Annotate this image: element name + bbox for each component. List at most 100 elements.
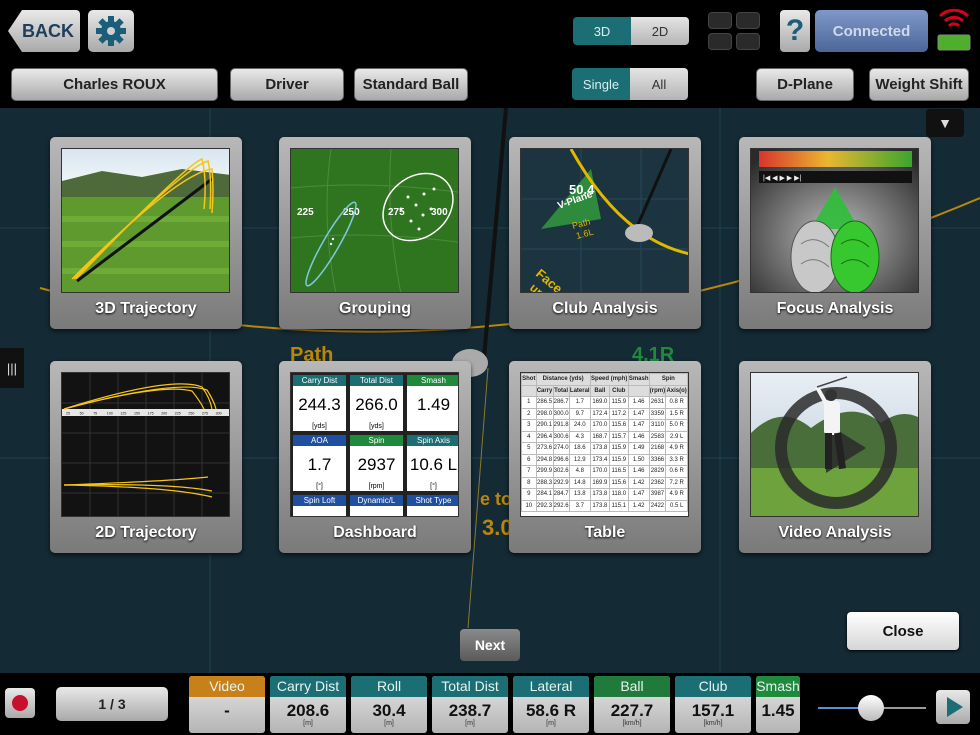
table-header-cell: Distance (yds) [535, 373, 591, 386]
all-shots-button[interactable]: All [630, 68, 688, 100]
stat-value: 157.1 [691, 701, 735, 720]
dashboard-cell-header: Shot Type [407, 495, 458, 506]
connection-button[interactable]: Connected [815, 10, 928, 52]
grouping-thumbnail: 225 250 275 300 [290, 148, 459, 293]
stat-box[interactable]: Lateral 58.6 R [m] [513, 676, 589, 733]
help-button[interactable]: ? [780, 10, 810, 52]
table-cell: 286.7 [552, 396, 570, 409]
side-panel-handle[interactable]: ||| [0, 348, 24, 388]
dashboard-cell-header: Spin Axis [407, 435, 458, 446]
table-cell: 3 [521, 419, 537, 432]
dashboard-cell-value: 2937 [357, 455, 396, 474]
table-cell: 292.3 [535, 499, 554, 512]
view-mode-toggle: 3D 2D [573, 17, 689, 45]
page-indicator-button[interactable]: 1 / 3 [56, 687, 168, 721]
dashboard-cell: Spin Axis 10.6 L [°] [407, 435, 458, 491]
table-subheader-cell: Axis(o) [665, 384, 688, 397]
grid-cell-icon [708, 33, 732, 50]
top-toolbar: BACK 3D 2D ? Connected [0, 0, 980, 62]
tile-3d-trajectory[interactable]: 3D Trajectory [50, 137, 242, 329]
single-shot-button[interactable]: Single [572, 68, 630, 100]
dashboard-cell: AOA 1.7 [°] [293, 435, 346, 491]
dashboard-cell: Total Dist 266.0 [yds] [350, 375, 403, 431]
trajectory-tick-label: 150 [134, 412, 140, 416]
table-cell: 5.0 R [665, 419, 688, 432]
table-cell: 1.47 [627, 419, 650, 432]
tile-club-analysis[interactable]: 50.4 V-Plane Path 1.6L Face up Club Anal… [509, 137, 701, 329]
table-cell: 7 [521, 465, 537, 478]
tile-title: Focus Analysis [776, 300, 894, 317]
ball-button[interactable]: Standard Ball [354, 68, 468, 101]
stat-header: Club [675, 676, 751, 697]
stat-value: 30.4 [372, 701, 406, 720]
player-button[interactable]: Charles ROUX [11, 68, 218, 101]
close-button[interactable]: Close [847, 612, 959, 650]
stat-box[interactable]: Smash 1.45 [756, 676, 800, 733]
dplane-button[interactable]: D-Plane [756, 68, 854, 101]
tile-focus-analysis[interactable]: |◀ ◀ ▶ ▶ ▶| Focus Analysis [739, 137, 931, 329]
stat-box[interactable]: Club 157.1 [km/h] [675, 676, 751, 733]
table-cell: 1.46 [627, 430, 650, 443]
dashboard-cell-unit: [°] [430, 483, 437, 490]
table-cell: 5 [521, 442, 537, 455]
trajectory-tick-label: 125 [120, 412, 126, 416]
trajectory-tick-label: 175 [148, 412, 154, 416]
table-cell: 288.3 [535, 476, 554, 489]
table-cell: 9.7 [568, 407, 591, 420]
tile-2d-trajectory[interactable]: 25 50 75 100 125 150 175 200 225 250 275 300 2D Tra… [50, 361, 242, 553]
table-cell: 172.4 [589, 407, 610, 420]
next-button[interactable]: Next [460, 629, 520, 661]
tile-table[interactable]: Shot Distance (yds) Speed (mph) Smash Spin Ca… [509, 361, 701, 553]
table-header-cell: Spin [648, 373, 688, 386]
wifi-battery-icon [937, 8, 971, 51]
trajectory-tick-label: 25 [66, 412, 70, 416]
grid-cell-icon [708, 12, 732, 29]
play-button[interactable] [936, 690, 970, 724]
stat-unit: [m] [465, 720, 475, 727]
tile-dashboard[interactable]: Carry Dist 244.3 [yds] Total Dist 266.0 [yds]… [279, 361, 471, 553]
table-row: 3 290.1 291.8 24.0 170.0 115.6 1.47 3110 5.0 R [521, 419, 688, 432]
tile-video-analysis[interactable]: Video Analysis [739, 361, 931, 553]
table-cell: 1.42 [627, 476, 650, 489]
table-cell: 173.8 [589, 442, 610, 455]
tile-title: Club Analysis [552, 300, 658, 317]
grouping-tick: 275 [388, 207, 405, 218]
grid-cell-icon [736, 12, 760, 29]
tile-grouping[interactable]: 225 250 275 300 Grouping [279, 137, 471, 329]
record-button[interactable] [5, 688, 35, 718]
table-cell: 296.6 [552, 453, 570, 466]
handle-bars-icon: ||| [6, 360, 18, 376]
table-cell: 299.9 [535, 465, 554, 478]
stat-box[interactable]: Video - [189, 676, 265, 733]
dropdown-button[interactable]: ▼ [926, 109, 964, 137]
settings-button[interactable] [88, 10, 134, 52]
stat-unit: [m] [384, 720, 394, 727]
table-cell: 173.8 [589, 488, 610, 501]
back-button[interactable]: BACK [8, 10, 80, 52]
weight-shift-button[interactable]: Weight Shift [869, 68, 969, 101]
dashboard-cell-header: Spin Loft [293, 495, 346, 506]
stat-box[interactable]: Total Dist 238.7 [m] [432, 676, 508, 733]
table-cell: 115.1 [608, 499, 629, 512]
record-icon [12, 695, 28, 711]
stat-value: 227.7 [610, 701, 654, 720]
table-cell: 3.3 R [665, 453, 688, 466]
view-3d-button[interactable]: 3D [573, 17, 631, 45]
play-icon [947, 697, 963, 717]
stat-box[interactable]: Ball 227.7 [km/h] [594, 676, 670, 733]
club-button[interactable]: Driver [230, 68, 344, 101]
shot-mode-toggle: Single All [572, 68, 688, 100]
view-2d-button[interactable]: 2D [631, 17, 689, 45]
layout-grid-button[interactable] [708, 12, 762, 52]
table-cell: 1.47 [627, 488, 650, 501]
table-cell: 274.0 [552, 442, 570, 455]
3d-trajectory-thumbnail [61, 148, 230, 293]
table-cell: 10 [521, 499, 537, 512]
stat-box[interactable]: Carry Dist 208.6 [m] [270, 676, 346, 733]
slider-knob[interactable] [858, 695, 884, 721]
table-subheader-cell: Carry [535, 384, 554, 397]
stat-box[interactable]: Roll 30.4 [m] [351, 676, 427, 733]
grouping-tick: 225 [297, 207, 314, 218]
table-cell: 286.5 [535, 396, 554, 409]
stat-header: Roll [351, 676, 427, 697]
